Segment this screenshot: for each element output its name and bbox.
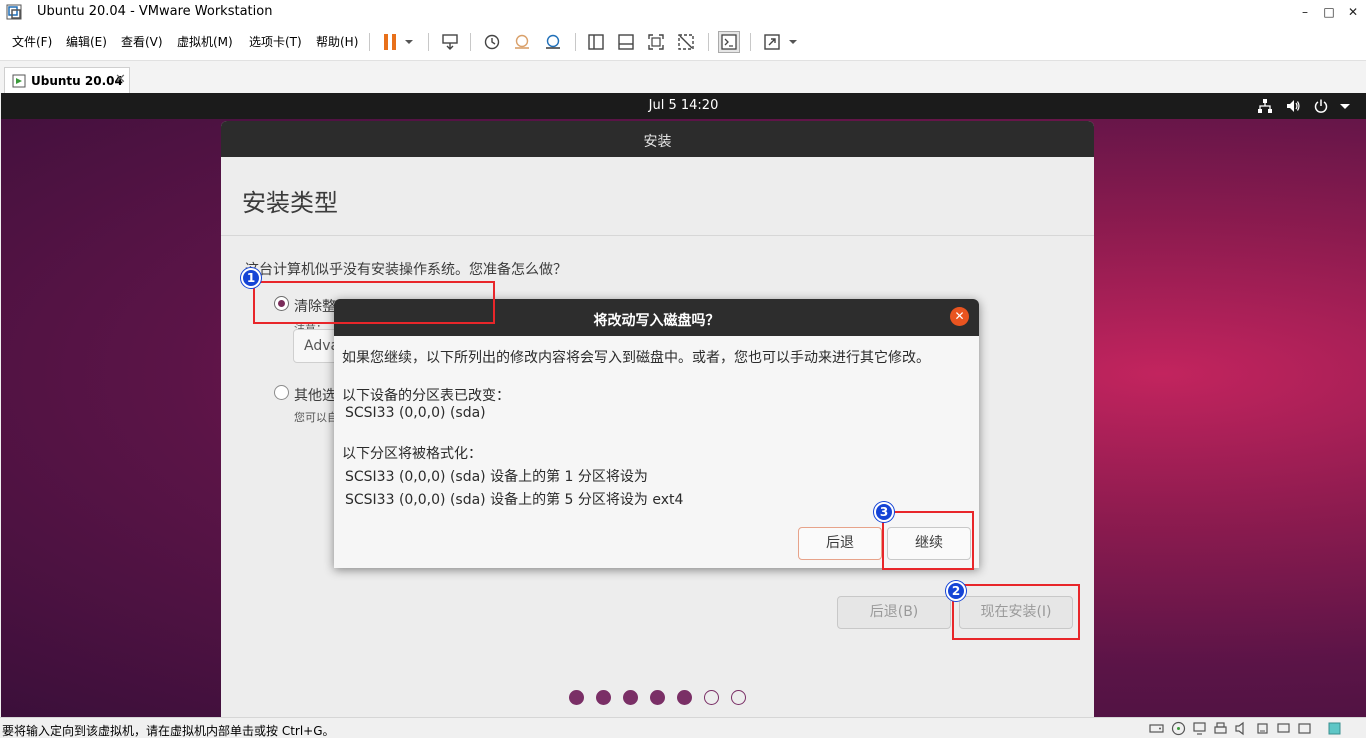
partition-table-heading: 以下设备的分区表已改变： <box>342 388 510 404</box>
divider <box>221 235 1094 236</box>
usb-icon[interactable] <box>1255 721 1270 736</box>
annotation-box <box>882 511 974 570</box>
close-icon[interactable]: ✕ <box>950 307 969 326</box>
tab-ubuntu[interactable]: Ubuntu 20.04 ✕ <box>4 67 130 94</box>
stretch-icon[interactable] <box>762 32 782 52</box>
toolbar-separator <box>428 33 429 51</box>
installer-back-button[interactable]: 后退(B) <box>837 596 951 629</box>
printer-icon[interactable] <box>1213 721 1228 736</box>
install-question: 这台计算机似乎没有安装操作系统。您准备怎么做？ <box>245 262 567 278</box>
toolbar-separator <box>708 33 709 51</box>
format-line: SCSI33 (0,0,0) (sda) 设备上的第 5 分区将设为 ext4 <box>345 492 684 508</box>
menu-toolbar: 文件(F) 编辑(E) 查看(V) 虚拟机(M) 选项卡(T) 帮助(H) <box>0 24 1366 60</box>
network-icon[interactable] <box>1257 98 1273 114</box>
tab-close-icon[interactable]: ✕ <box>115 72 126 87</box>
progress-dot <box>650 690 665 705</box>
window-title: Ubuntu 20.04 - VMware Workstation <box>37 4 273 19</box>
toolbar-separator <box>369 33 370 51</box>
console-view-icon[interactable] <box>616 32 636 52</box>
progress-dot <box>731 690 746 705</box>
terminal-icon[interactable] <box>718 31 740 53</box>
something-else-radio[interactable] <box>274 385 289 400</box>
notes-icon[interactable] <box>1327 721 1342 736</box>
menu-vm[interactable]: 虚拟机(M) <box>176 32 234 51</box>
menu-edit[interactable]: 编辑(E) <box>65 32 108 51</box>
vm-tab-bar: Ubuntu 20.04 ✕ <box>0 60 1366 94</box>
status-bar: 要将输入定向到该虚拟机，请在虚拟机内部单击或按 Ctrl+G。 <box>0 717 1366 738</box>
progress-dot <box>677 690 692 705</box>
sound-card-icon[interactable] <box>1234 721 1249 736</box>
snapshot-icon[interactable] <box>482 32 502 52</box>
close-window-button[interactable]: ✕ <box>1338 0 1366 24</box>
menu-tabs[interactable]: 选项卡(T) <box>248 32 303 51</box>
something-else-note: 您可以自 <box>294 411 338 424</box>
chevron-down-icon[interactable] <box>402 32 416 52</box>
format-line: SCSI33 (0,0,0) (sda) 设备上的第 1 分区将设为 <box>345 469 648 485</box>
hard-disk-icon[interactable] <box>1149 721 1164 736</box>
fullscreen-icon[interactable] <box>646 32 666 52</box>
sidebar-view-icon[interactable] <box>586 32 606 52</box>
menu-view[interactable]: 查看(V) <box>120 32 164 51</box>
installer-headerbar: 安装 <box>221 121 1094 157</box>
installer-title: 安装 <box>643 134 672 150</box>
send-ctrl-alt-del-icon[interactable] <box>440 32 460 52</box>
chevron-down-icon[interactable] <box>1338 98 1352 114</box>
annotation-box <box>952 584 1080 640</box>
display-icon[interactable] <box>1276 721 1291 736</box>
vmware-icon <box>6 4 22 20</box>
snapshot-manager-icon[interactable] <box>543 32 563 52</box>
progress-dot <box>704 690 719 705</box>
vm-icon <box>12 74 26 88</box>
network-adapter-icon[interactable] <box>1192 721 1207 736</box>
pause-icon[interactable] <box>380 32 400 52</box>
messages-icon[interactable] <box>1297 721 1312 736</box>
format-heading: 以下分区将被格式化： <box>342 446 482 462</box>
unity-mode-icon[interactable] <box>676 32 696 52</box>
page-title: 安装类型 <box>242 189 338 217</box>
menu-file[interactable]: 文件(F) <box>11 32 53 51</box>
power-icon[interactable] <box>1313 98 1329 114</box>
status-text: 要将输入定向到该虚拟机，请在虚拟机内部单击或按 Ctrl+G。 <box>2 724 335 738</box>
tab-label: Ubuntu 20.04 <box>31 74 123 88</box>
annotation-marker: 3 <box>874 502 894 522</box>
toolbar-separator <box>575 33 576 51</box>
annotation-marker: 2 <box>946 581 966 601</box>
toolbar-separator <box>470 33 471 51</box>
window-titlebar: Ubuntu 20.04 - VMware Workstation – □ ✕ <box>0 0 1366 24</box>
dialog-intro: 如果您继续，以下所列出的修改内容将会写入到磁盘中。或者，您也可以手动来进行其它修… <box>342 350 930 366</box>
annotation-box <box>253 281 495 324</box>
progress-dot <box>569 690 584 705</box>
annotation-marker: 1 <box>241 268 261 288</box>
gnome-top-bar: Jul 5 14:20 <box>1 93 1366 119</box>
cd-rom-icon[interactable] <box>1171 721 1186 736</box>
progress-dot <box>623 690 638 705</box>
menu-help[interactable]: 帮助(H) <box>315 32 359 51</box>
toolbar-separator <box>750 33 751 51</box>
partition-table-device: SCSI33 (0,0,0) (sda) <box>345 405 486 421</box>
volume-icon[interactable] <box>1285 98 1301 114</box>
progress-dot <box>596 690 611 705</box>
something-else-label[interactable]: 其他选 <box>294 385 336 405</box>
chevron-down-icon[interactable] <box>786 32 800 52</box>
dialog-back-button[interactable]: 后退 <box>798 527 882 560</box>
clock[interactable]: Jul 5 14:20 <box>1 98 1366 113</box>
revert-snapshot-icon[interactable] <box>512 32 532 52</box>
